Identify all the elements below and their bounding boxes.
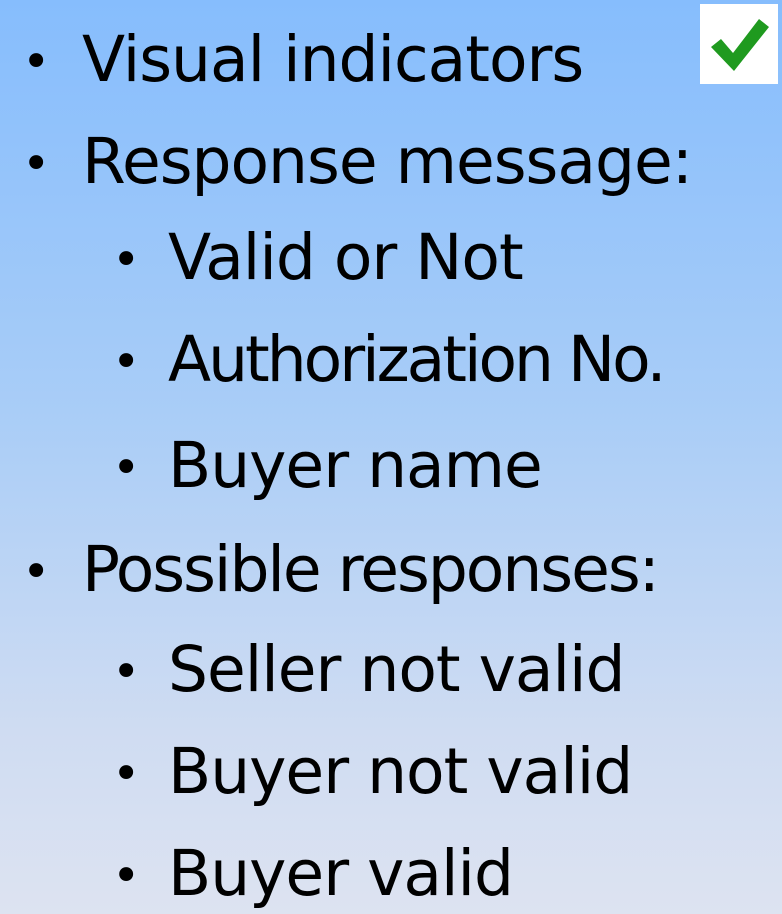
bullet-text: Buyer valid <box>168 837 514 910</box>
bullet-text: Buyer not valid <box>168 735 633 808</box>
bullet-text: Seller not valid <box>168 633 626 706</box>
bullet-text: Response message: <box>82 125 693 198</box>
bullet-dot: • <box>112 334 140 390</box>
checkmark-icon <box>700 4 778 84</box>
slide: • Visual indicators • Response message: … <box>0 0 782 914</box>
bullet-dot: • <box>22 544 50 600</box>
bullet-dot: • <box>22 136 50 192</box>
bullet-dot: • <box>112 644 140 700</box>
bullet-dot: • <box>112 440 140 496</box>
bullet-dot: • <box>112 848 140 904</box>
bullet-text: Possible responses: <box>82 533 660 606</box>
bullet-text: Valid or Not <box>168 221 524 294</box>
checkmark-icon-graphic <box>711 19 769 71</box>
bullet-text: Authorization No. <box>168 323 667 396</box>
bullet-dot: • <box>112 232 140 288</box>
bullet-text: Buyer name <box>168 429 543 502</box>
bullet-text: Visual indicators <box>82 23 584 96</box>
bullet-dot: • <box>112 746 140 802</box>
bullet-dot: • <box>22 34 50 90</box>
